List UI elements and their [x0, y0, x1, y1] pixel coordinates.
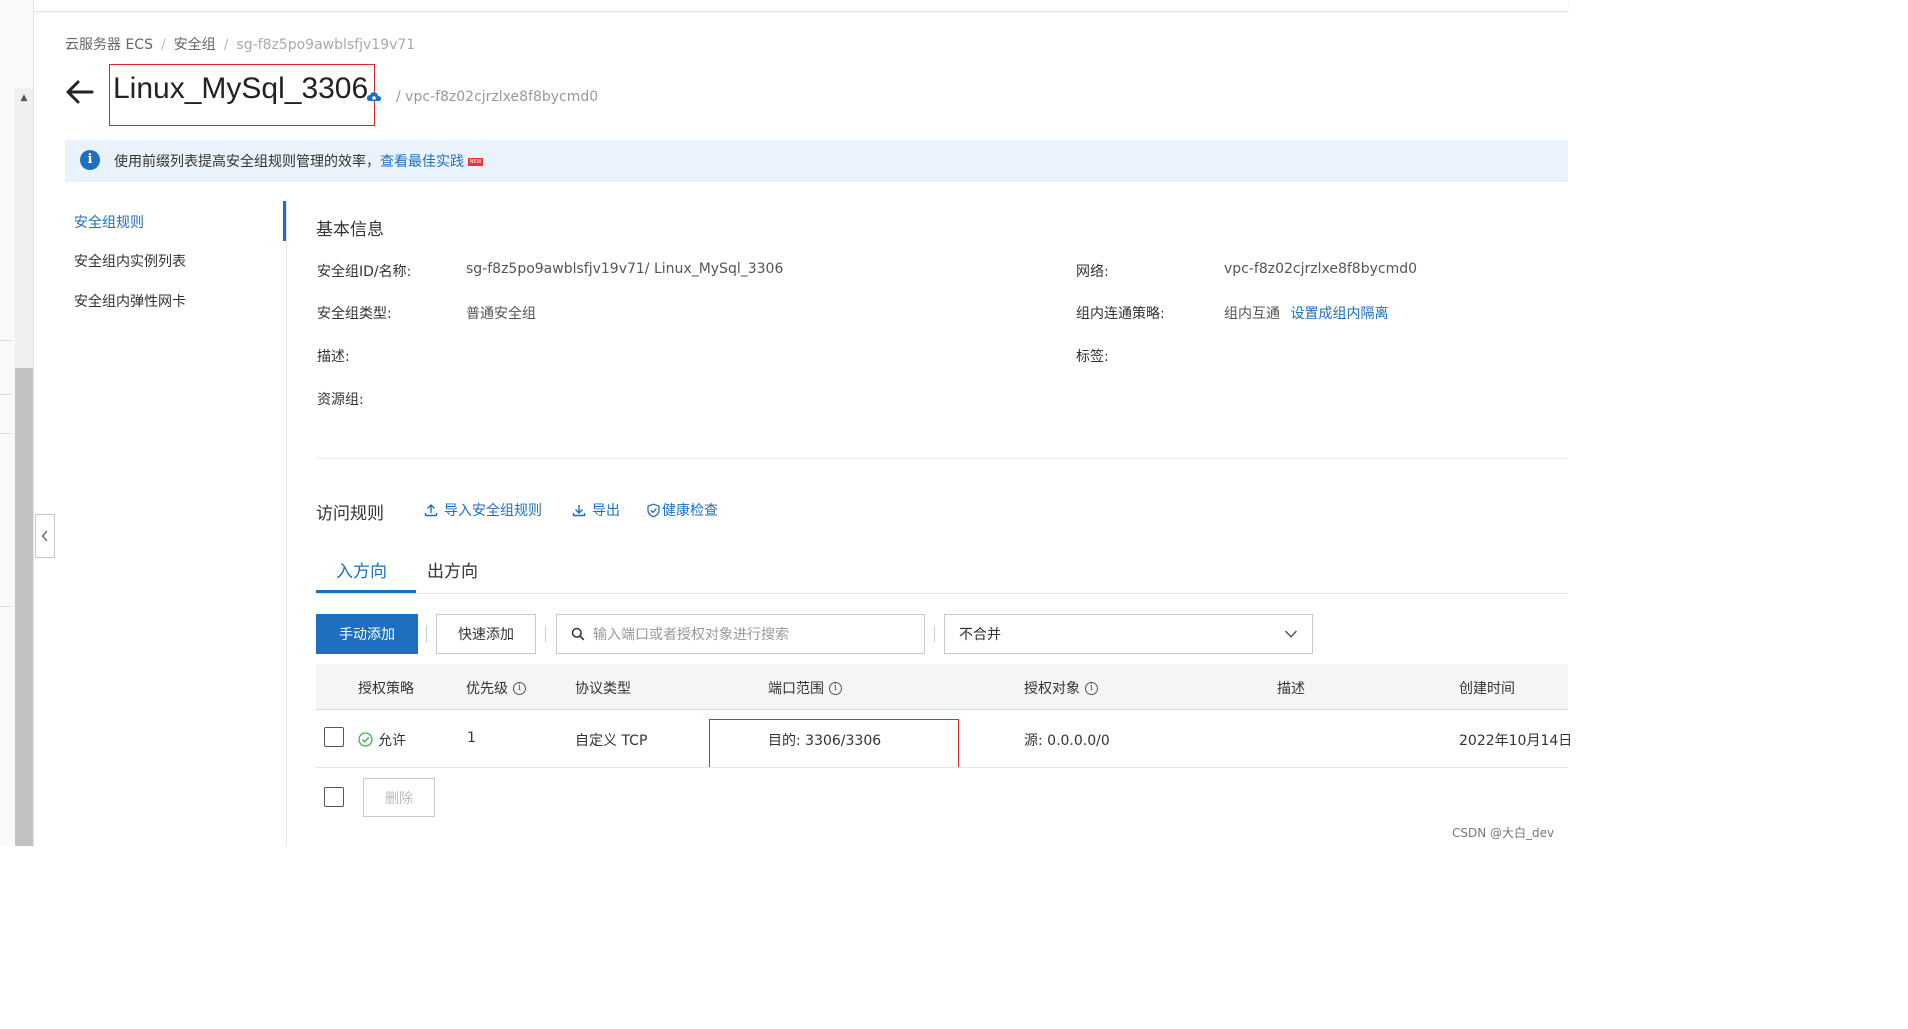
- strip-divider: [0, 340, 12, 341]
- upload-icon: [424, 504, 438, 517]
- top-bar: [34, 0, 1568, 12]
- search-input[interactable]: 输入端口或者授权对象进行搜索: [556, 614, 925, 654]
- sidebar-item-eni[interactable]: 安全组内弹性网卡: [74, 291, 186, 311]
- info-circle-icon[interactable]: i: [1085, 681, 1098, 695]
- page-title: Linux_MySql_3306: [113, 72, 369, 105]
- cell-target: 源: 0.0.0.0/0: [1024, 733, 1110, 749]
- breadcrumb-item-security-group[interactable]: 安全组: [174, 37, 216, 53]
- type-label: 安全组类型:: [317, 306, 392, 322]
- strip-divider: [0, 606, 12, 607]
- collapse-sidebar-button[interactable]: [35, 514, 55, 558]
- network-label: 网络:: [1076, 264, 1109, 280]
- policy-label: 组内连通策略:: [1076, 306, 1165, 322]
- resource-group-label: 资源组:: [317, 392, 364, 408]
- nav-divider: [286, 200, 287, 846]
- access-rules-title: 访问规则: [316, 504, 384, 524]
- breadcrumb-separator: /: [223, 37, 229, 53]
- cell-protocol: 自定义 TCP: [575, 733, 648, 749]
- delete-button[interactable]: 删除: [363, 778, 435, 817]
- watermark: CSDN @大白_dev: [1452, 826, 1555, 840]
- strip-divider: [0, 433, 12, 434]
- chevron-down-icon: [1284, 630, 1298, 638]
- toolbar-separator: [934, 626, 935, 642]
- cell-policy: 允许: [378, 733, 406, 749]
- id-name-value: sg-f8z5po9awblsfjv19v71/ Linux_MySql_330…: [466, 261, 784, 277]
- info-circle-icon[interactable]: i: [513, 681, 526, 695]
- merge-select-value: 不合并: [959, 627, 1001, 643]
- column-header-label: 授权策略: [358, 681, 414, 697]
- row-checkbox[interactable]: [324, 727, 344, 747]
- back-arrow-icon[interactable]: [62, 74, 98, 110]
- quick-add-button[interactable]: 快速添加: [436, 614, 536, 654]
- column-header-created: 创建时间: [1459, 678, 1515, 698]
- column-header-label: 协议类型: [575, 681, 631, 697]
- vpc-subtitle[interactable]: / vpc-f8z02cjrzlxe8f8bycmd0: [396, 89, 598, 105]
- toolbar-separator: [545, 626, 546, 642]
- column-header-label: 描述: [1277, 681, 1305, 697]
- tab-active-indicator: [316, 590, 416, 593]
- shield-check-icon: [647, 503, 660, 518]
- column-header-label: 端口范围: [768, 681, 824, 697]
- best-practice-link[interactable]: 查看最佳实践: [380, 154, 464, 170]
- import-rules-button[interactable]: 导入安全组规则: [424, 500, 542, 520]
- policy-value-text: 组内互通: [1224, 306, 1280, 322]
- search-icon: [571, 627, 585, 641]
- breadcrumb: 云服务器 ECS / 安全组 / sg-f8z5po9awblsfjv19v71: [65, 34, 415, 54]
- strip-divider: [0, 394, 12, 395]
- nav-active-indicator: [283, 201, 286, 241]
- chevron-left-icon: [41, 530, 48, 542]
- info-circle-icon[interactable]: i: [829, 681, 842, 695]
- basic-info-title: 基本信息: [316, 220, 384, 240]
- column-header-label: 创建时间: [1459, 681, 1515, 697]
- section-divider: [316, 458, 1568, 459]
- export-label: 导出: [592, 503, 620, 519]
- merge-select[interactable]: 不合并: [944, 614, 1313, 654]
- column-header-target: 授权对象 i: [1024, 678, 1098, 698]
- sidebar-item-instances[interactable]: 安全组内实例列表: [74, 251, 186, 271]
- column-header-port-range: 端口范围 i: [768, 678, 842, 698]
- check-circle-icon: [358, 732, 373, 747]
- set-isolation-link[interactable]: 设置成组内隔离: [1290, 306, 1388, 322]
- info-icon: i: [80, 150, 100, 170]
- description-label: 描述:: [317, 349, 350, 365]
- search-placeholder: 输入端口或者授权对象进行搜索: [593, 627, 789, 643]
- banner-message: 使用前缀列表提高安全组规则管理的效率，: [114, 154, 380, 170]
- export-button[interactable]: 导出: [572, 500, 620, 520]
- column-header-label: 优先级: [466, 681, 508, 697]
- cloud-sync-icon[interactable]: [366, 91, 382, 103]
- scrollbar-thumb[interactable]: [15, 368, 33, 846]
- manual-add-button[interactable]: 手动添加: [316, 614, 418, 654]
- breadcrumb-item-current: sg-f8z5po9awblsfjv19v71: [236, 37, 416, 53]
- policy-value: 组内互通 设置成组内隔离: [1224, 303, 1388, 323]
- sidebar-item-rules[interactable]: 安全组规则: [74, 212, 144, 232]
- cell-port-range: 目的: 3306/3306: [768, 733, 882, 749]
- health-check-label: 健康检查: [662, 503, 718, 519]
- tags-label: 标签:: [1076, 349, 1109, 365]
- type-value: 普通安全组: [466, 306, 536, 322]
- breadcrumb-item-ecs[interactable]: 云服务器 ECS: [65, 37, 153, 53]
- column-header-priority: 优先级 i: [466, 678, 526, 698]
- column-header-policy: 授权策略: [358, 678, 414, 698]
- new-badge: NEW: [468, 158, 483, 166]
- tab-outbound[interactable]: 出方向: [427, 557, 478, 582]
- health-check-button[interactable]: 健康检查: [646, 500, 718, 520]
- tabs-divider: [316, 593, 1568, 594]
- column-header-label: 授权对象: [1024, 681, 1080, 697]
- id-name-label: 安全组ID/名称:: [317, 264, 412, 280]
- column-header-protocol: 协议类型: [575, 678, 631, 698]
- side-nav: 安全组规则 安全组内实例列表 安全组内弹性网卡: [65, 200, 287, 846]
- import-rules-label: 导入安全组规则: [444, 503, 542, 519]
- cell-priority: 1: [467, 730, 476, 746]
- cell-created: 2022年10月14日: [1459, 733, 1573, 749]
- table-row-divider: [316, 767, 1568, 768]
- banner-text: 使用前缀列表提高安全组规则管理的效率，查看最佳实践 NEW: [114, 151, 483, 171]
- network-value: vpc-f8z02cjrzlxe8f8bycmd0: [1224, 261, 1418, 277]
- column-header-description: 描述: [1277, 678, 1305, 698]
- toolbar-separator: [426, 626, 427, 642]
- scroll-up-arrow-icon[interactable]: ▲: [15, 88, 33, 106]
- breadcrumb-separator: /: [160, 37, 166, 53]
- tab-inbound[interactable]: 入方向: [336, 557, 387, 582]
- select-all-checkbox[interactable]: [324, 787, 344, 807]
- download-icon: [572, 505, 586, 517]
